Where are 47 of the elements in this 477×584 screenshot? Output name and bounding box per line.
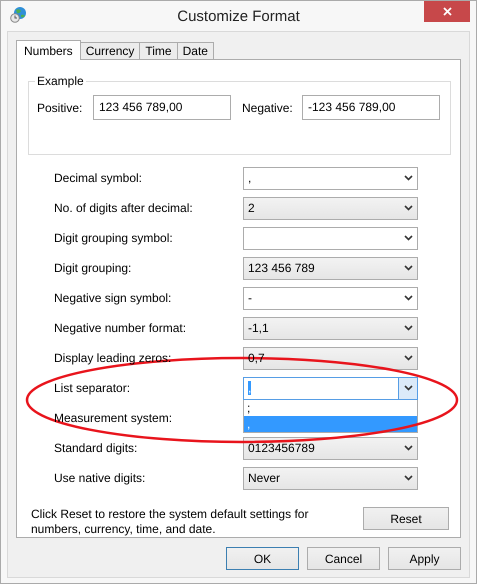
window-title: Customize Format: [177, 8, 300, 24]
setting-label: Negative number format:: [54, 321, 186, 335]
positive-example-field: 123 456 789,00: [93, 95, 231, 120]
chevron-icon: [404, 475, 412, 481]
tab[interactable]: Date: [176, 42, 214, 59]
tab[interactable]: Currency: [80, 42, 140, 59]
setting-label: Digit grouping:: [54, 261, 132, 275]
chevron-icon: [404, 235, 412, 241]
field-label: Negative:: [242, 100, 294, 114]
tab[interactable]: Numbers: [16, 40, 81, 60]
setting-label: List separator:: [54, 381, 130, 395]
setting-label: Negative sign symbol:: [54, 291, 172, 305]
dropdown[interactable]: [243, 226, 418, 250]
dialog-button[interactable]: OK: [226, 547, 299, 570]
close-button[interactable]: [424, 1, 470, 22]
dropdown[interactable]: -: [243, 286, 418, 310]
dialog-button[interactable]: Cancel: [307, 547, 380, 570]
chevron-icon: [404, 325, 412, 331]
dropdown[interactable]: Never: [243, 466, 418, 490]
dropdown[interactable]: 2: [243, 196, 418, 220]
setting-label: Use native digits:: [54, 471, 146, 485]
chevron-icon: [404, 265, 412, 271]
setting-label: No. of digits after decimal:: [54, 201, 193, 215]
setting-label: Measurement system:: [54, 411, 172, 425]
dropdown-option[interactable]: ;: [244, 400, 417, 416]
dropdown[interactable]: 0123456789: [243, 436, 418, 460]
dropdown[interactable]: -1,1: [243, 316, 418, 340]
setting-label: Digit grouping symbol:: [54, 231, 173, 245]
dropdown[interactable]: ,: [243, 166, 418, 190]
chevron-icon: [404, 175, 412, 181]
dialog-button[interactable]: Apply: [388, 547, 461, 570]
chevron-icon: [404, 385, 412, 391]
setting-label: Standard digits:: [54, 441, 138, 455]
field-label: Positive:: [37, 100, 84, 114]
negative-example-field: -123 456 789,00: [302, 95, 440, 120]
reset-note: Click Reset to restore the system default settings for numbers, currency, time, and date.: [31, 507, 310, 537]
chevron-icon: [404, 205, 412, 211]
chevron-icon: [404, 355, 412, 361]
dropdown[interactable]: 123 456 789: [243, 256, 418, 280]
reset-button[interactable]: Reset: [363, 507, 449, 530]
group-title: Example: [35, 74, 86, 88]
chevron-icon: [404, 445, 412, 451]
chevron-icon: [404, 295, 412, 301]
globe-clock-icon: [10, 6, 28, 23]
tab[interactable]: Time: [139, 42, 178, 59]
setting-label: Decimal symbol:: [54, 171, 142, 185]
close-icon: [442, 7, 452, 16]
